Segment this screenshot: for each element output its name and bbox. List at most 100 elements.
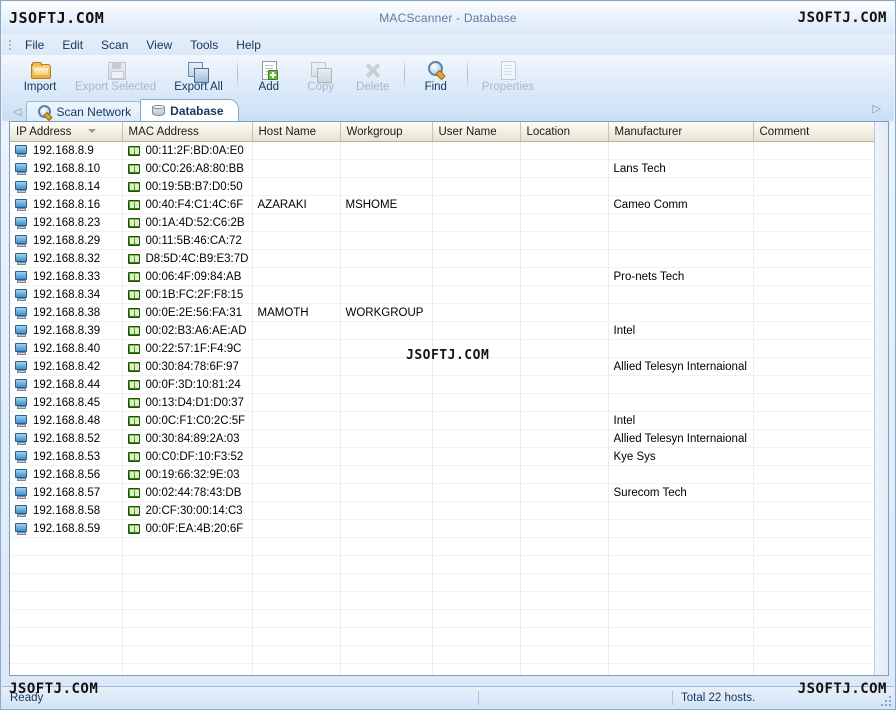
tab-scan-network[interactable]: Scan Network (26, 101, 147, 121)
column-header-location[interactable]: Location (520, 122, 609, 142)
vertical-scrollbar[interactable] (874, 122, 888, 675)
table-row[interactable]: 192.168.8.45 00:13:D4:D1:D0:37 (10, 393, 877, 412)
cell-text: 00:0E:2E:56:FA:31 (145, 306, 243, 319)
network-card-icon (127, 505, 141, 517)
cell-manufacturer (608, 375, 754, 394)
table-row[interactable]: 192.168.8.29 00:11:5B:46:CA:72 (10, 231, 877, 250)
menu-item-edit[interactable]: Edit (53, 36, 92, 54)
table-row[interactable]: 192.168.8.16 00:40:F4:C1:4C:6F AZARAKI MSHO… (10, 195, 877, 214)
table-row[interactable]: 192.168.8.52 00:30:84:89:2A:03 Allied Tele… (10, 429, 877, 448)
table-row[interactable]: 192.168.8.32 D8:5D:4C:B9:E3:7D (10, 249, 877, 268)
menu-grip-handle[interactable] (6, 38, 14, 52)
table-row[interactable]: 192.168.8.57 00:02:44:78:43:DB Surecom Tec… (10, 483, 877, 502)
table-row[interactable]: 192.168.8.59 00:0F:EA:4B:20:6F (10, 519, 877, 538)
table-row[interactable]: 192.168.8.53 00:C0:DF:10:F3:52 Kye Sys (10, 447, 877, 466)
computer-icon (15, 180, 28, 193)
cell-location (520, 195, 609, 214)
cell-user (432, 411, 521, 430)
table-row[interactable]: 192.168.8.9 00:11:2F:BD:0A:E0 (10, 141, 877, 160)
database-grid[interactable]: IP Address MAC Address Host Name Workgroup U… (9, 121, 889, 676)
status-total-hosts: Total 22 hosts. (681, 691, 756, 704)
cell-ip: 192.168.8.32 (10, 249, 123, 268)
computer-icon (15, 504, 28, 517)
export-all-button[interactable]: Export All (165, 58, 232, 93)
menu-item-view[interactable]: View (137, 36, 181, 54)
resize-grip-icon[interactable] (879, 694, 891, 706)
cell-ip: 192.168.8.29 (10, 231, 123, 250)
cell-empty (608, 663, 754, 675)
cell-empty (432, 627, 521, 646)
cell-user (432, 303, 521, 322)
table-row-empty[interactable] (10, 537, 877, 556)
tab-database[interactable]: Database (140, 99, 239, 121)
cell-mac: 00:13:D4:D1:D0:37 (122, 393, 253, 412)
cell-text: 192.168.8.23 (33, 216, 101, 229)
floppy-disk-icon (105, 59, 127, 80)
cell-ip: 192.168.8.58 (10, 501, 123, 520)
computer-icon (15, 324, 28, 337)
table-row[interactable]: 192.168.8.58 20:CF:30:00:14:C3 (10, 501, 877, 520)
menu-item-scan[interactable]: Scan (92, 36, 137, 54)
cell-text: 00:0F:EA:4B:20:6F (145, 522, 244, 535)
cell-empty (340, 573, 433, 592)
cell-comment (753, 483, 877, 502)
table-row-empty[interactable] (10, 627, 877, 646)
table-row[interactable]: 192.168.8.38 00:0E:2E:56:FA:31 MAMOTH WORKG… (10, 303, 877, 322)
cell-text: 192.168.8.52 (33, 432, 101, 445)
toolbar-separator (466, 59, 468, 89)
magnifier-icon (425, 59, 447, 80)
cell-ip: 192.168.8.45 (10, 393, 123, 412)
table-row[interactable]: 192.168.8.42 00:30:84:78:6F:97 Allied Tele… (10, 357, 877, 376)
add-button[interactable]: Add (243, 58, 295, 93)
computer-icon (15, 252, 28, 265)
cell-text: 00:1B:FC:2F:F8:15 (145, 288, 244, 301)
cell-manufacturer (608, 249, 754, 268)
column-header-mac-address[interactable]: MAC Address (122, 122, 253, 142)
cell-ip: 192.168.8.52 (10, 429, 123, 448)
table-row[interactable]: 192.168.8.23 00:1A:4D:52:C6:2B (10, 213, 877, 232)
table-row[interactable]: 192.168.8.39 00:02:B3:A6:AE:AD Intel (10, 321, 877, 340)
cell-mac: 00:1A:4D:52:C6:2B (122, 213, 253, 232)
find-button[interactable]: Find (410, 58, 462, 93)
table-row-empty[interactable] (10, 663, 877, 675)
cell-empty (340, 591, 433, 610)
table-row[interactable]: 192.168.8.14 00:19:5B:B7:D0:50 (10, 177, 877, 196)
cell-location (520, 141, 609, 160)
import-button[interactable]: Import (14, 58, 66, 93)
cell-text: MSHOME (345, 198, 398, 211)
cell-text: 192.168.8.34 (33, 288, 101, 301)
column-header-comment[interactable]: Comment (753, 122, 877, 142)
menu-item-help[interactable]: Help (227, 36, 270, 54)
cell-workgroup (340, 177, 433, 196)
table-row-empty[interactable] (10, 555, 877, 574)
cell-workgroup (340, 249, 433, 268)
column-header-user-name[interactable]: User Name (432, 122, 521, 142)
cell-location (520, 339, 609, 358)
tab-scroll-right-icon[interactable]: ▷ (868, 102, 886, 118)
column-header-manufacturer[interactable]: Manufacturer (608, 122, 754, 142)
table-row[interactable]: 192.168.8.56 00:19:66:32:9E:03 (10, 465, 877, 484)
table-row[interactable]: 192.168.8.34 00:1B:FC:2F:F8:15 (10, 285, 877, 304)
column-header-workgroup[interactable]: Workgroup (340, 122, 433, 142)
menu-item-tools[interactable]: Tools (181, 36, 227, 54)
copy-button: Copy (295, 58, 347, 93)
table-row-empty[interactable] (10, 591, 877, 610)
tab-scroll-left-icon[interactable]: ◁ (8, 105, 26, 121)
table-row[interactable]: 192.168.8.33 00:06:4F:09:84:AB Pro-nets Te… (10, 267, 877, 286)
table-row-empty[interactable] (10, 573, 877, 592)
column-header-host-name[interactable]: Host Name (252, 122, 341, 142)
table-row-empty[interactable] (10, 609, 877, 628)
cell-text: Allied Telesyn Internaional (613, 432, 747, 445)
table-row-empty[interactable] (10, 645, 877, 664)
table-row[interactable]: 192.168.8.44 00:0F:3D:10:81:24 (10, 375, 877, 394)
menu-item-file[interactable]: File (16, 36, 53, 54)
table-row[interactable]: 192.168.8.10 00:C0:26:A8:80:BB Lans Tech (10, 159, 877, 178)
cell-text: 00:1A:4D:52:C6:2B (145, 216, 245, 229)
cell-text: 192.168.8.56 (33, 468, 101, 481)
cell-empty (122, 573, 253, 592)
table-row[interactable]: 192.168.8.40 00:22:57:1F:F4:9C (10, 339, 877, 358)
column-header-ip-address[interactable]: IP Address (10, 122, 123, 142)
table-row[interactable]: 192.168.8.48 00:0C:F1:C0:2C:5F Intel (10, 411, 877, 430)
cell-text: D8:5D:4C:B9:E3:7D (145, 252, 249, 265)
cell-ip: 192.168.8.9 (10, 141, 123, 160)
